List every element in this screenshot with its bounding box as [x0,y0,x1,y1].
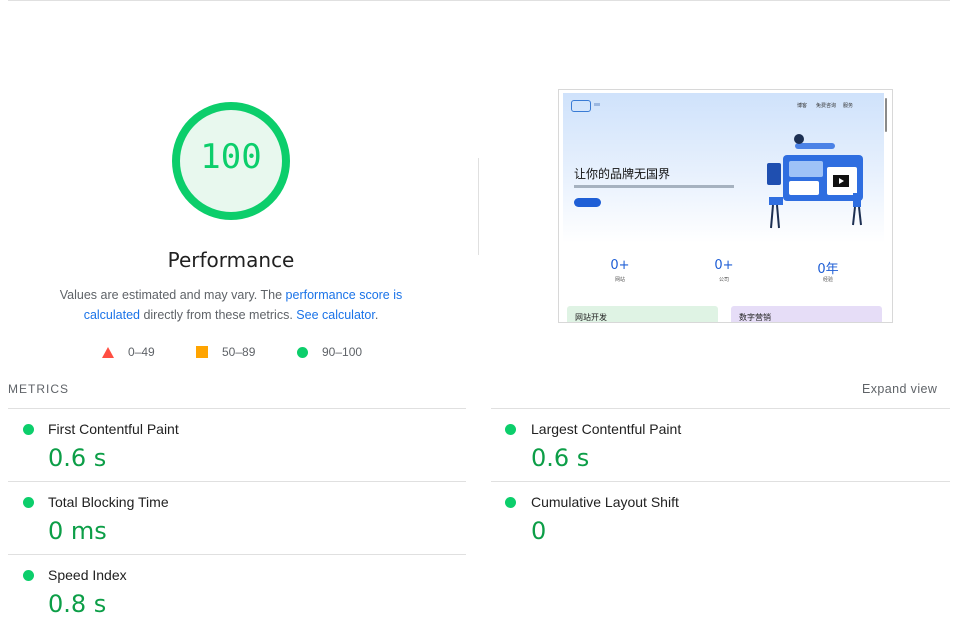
screenshot-stat-label: 网站 [614,277,625,283]
screenshot-nav-item: 服务 [843,103,854,109]
metric-label: Largest Contentful Paint [531,421,682,437]
pass-circle-icon [23,570,34,581]
screenshot-stat-value: 0年 [817,262,839,277]
screenshot-subtext [574,185,734,188]
vertical-divider [478,158,479,255]
metrics-divider [491,408,950,409]
screenshot-nav-item: 免费咨询 [816,103,837,109]
metric-value: 0.6 s [48,444,107,472]
screenshot-stat-label: 公司 [718,277,729,283]
screenshot-headline: 让你的品牌无国界 [574,167,671,181]
metric-value: 0 ms [48,517,107,545]
screenshot-nav-item: 博客 [797,103,808,109]
screenshot-card: 网站开发 [567,306,718,322]
pass-circle-icon [505,497,516,508]
description-text: . [374,308,379,322]
metrics-divider [8,408,466,409]
legend-fail: 0–49 [102,344,155,360]
metric-label: First Contentful Paint [48,421,179,437]
screenshot-hero: 博客 免费咨询 服务 让你的品牌无国界 [563,93,884,243]
description-text: Values are estimated and may vary. The [59,288,286,302]
pass-circle-icon [23,424,34,435]
metric-label: Cumulative Layout Shift [531,494,679,510]
triangle-icon [102,346,114,358]
pass-circle-icon [505,424,516,435]
screenshot-cta-button [574,198,601,207]
performance-score: 100 [200,137,262,177]
square-icon [196,346,208,358]
description-text: directly from these metrics. [139,308,297,322]
screenshot-scrollbar [885,98,887,132]
screenshot-card: 数字营销 [731,306,882,322]
final-screenshot[interactable]: 博客 免费咨询 服务 让你的品牌无国界 0+ 网站 0+ 公司 0年 经验 网站… [558,89,893,323]
screenshot-card-title: 网站开发 [575,313,607,322]
metric-label: Speed Index [48,567,127,583]
metric-value: 0.8 s [48,590,107,618]
expand-view-toggle[interactable]: Expand view [862,382,937,396]
site-logo-icon [571,100,591,112]
metric-value: 0.6 s [531,444,590,472]
legend-pass-label: 90–100 [322,345,363,359]
metrics-divider [491,481,950,482]
score-description: Values are estimated and may vary. The p… [40,285,422,325]
hero-illustration-icon [767,134,863,229]
screenshot-stat-value: 0+ [610,258,630,273]
metric-value: 0 [531,517,547,545]
legend-pass: 90–100 [297,344,362,360]
circle-icon [297,346,308,358]
pass-circle-icon [23,497,34,508]
category-title: Performance [167,248,295,272]
metric-label: Total Blocking Time [48,494,169,510]
legend-fail-label: 0–49 [128,345,155,359]
screenshot-stat-value: 0+ [714,258,734,273]
screenshot-card-title: 数字营销 [739,313,771,322]
legend-average: 50–89 [196,344,255,360]
top-divider [8,0,950,1]
metrics-divider [8,481,466,482]
legend-average-label: 50–89 [222,345,256,359]
metrics-divider [8,554,466,555]
site-logo-text [594,103,600,106]
screenshot-stat-label: 经验 [822,277,833,283]
metrics-heading: METRICS [8,382,69,396]
see-calculator-link[interactable]: See calculator [296,308,375,322]
